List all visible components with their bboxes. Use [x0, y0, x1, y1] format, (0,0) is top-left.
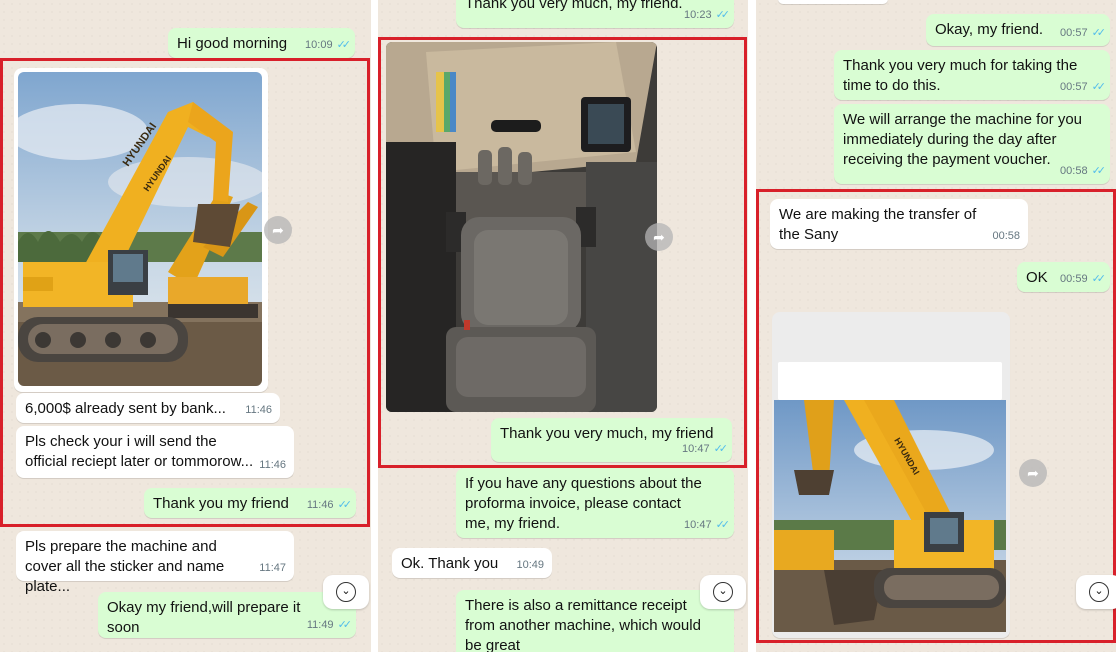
message-text: If you have any questions about the prof… [465, 475, 702, 532]
message-bubble[interactable]: We will arrange the machine for you imme… [834, 104, 1110, 184]
message-text: Hi good morning [177, 35, 288, 52]
message-meta: 10:09 ✓✓ [305, 35, 352, 55]
double-check-icon: ✓✓ [1091, 27, 1107, 39]
chevron-down-icon: ⌄ [1089, 581, 1109, 602]
message-text: Pls check your i will send the official … [25, 433, 254, 470]
forward-arrow-icon[interactable]: ➦ [1019, 459, 1047, 487]
message-bubble[interactable]: Thank you very much for taking the time … [834, 50, 1110, 100]
message-text: Pls prepare the machine and cover all th… [25, 538, 225, 595]
message-time: 00:59 [1060, 273, 1088, 285]
message-bubble[interactable]: Pls check your i will send the official … [16, 426, 294, 478]
double-check-icon: ✓✓ [337, 619, 353, 631]
message-bubble[interactable] [778, 0, 888, 4]
message-text: Thank you very much, my friend. [465, 0, 683, 12]
message-bubble[interactable]: There is also a remittance receipt from … [456, 590, 734, 652]
message-time: 10:47 [682, 443, 710, 455]
message-time: 11:46 [245, 404, 272, 416]
message-time: 11:46 [306, 499, 334, 511]
message-text: OK [1026, 269, 1048, 286]
message-bubble[interactable]: Pls prepare the machine and cover all th… [16, 531, 294, 595]
message-bubble[interactable]: Thank you very much, my friend 10:47 ✓✓ [491, 418, 732, 462]
scroll-down-button[interactable]: ⌄ [323, 575, 369, 609]
message-meta: 11:49 ✓✓ [306, 615, 353, 635]
message-bubble[interactable]: Okay, my friend. 00:57 ✓✓ [926, 14, 1110, 46]
message-text: Thank you very much for taking the time … [843, 57, 1078, 94]
double-check-icon: ✓✓ [336, 39, 352, 51]
message-bubble[interactable]: If you have any questions about the prof… [456, 468, 734, 538]
message-time: 10:09 [305, 39, 333, 51]
double-check-icon: ✓✓ [1091, 81, 1107, 93]
message-bubble[interactable]: Ok. Thank you 10:49 [392, 548, 552, 578]
message-text: Thank you my friend [153, 495, 289, 512]
message-bubble[interactable]: Thank you my friend 11:46 ✓✓ [144, 488, 356, 518]
message-text: We will arrange the machine for you imme… [843, 111, 1083, 168]
document-preview [778, 362, 1002, 400]
chat-panel-3: Okay, my friend. 00:57 ✓✓ Thank you very … [756, 0, 1116, 652]
message-bubble[interactable]: 6,000$ already sent by bank... 11:46 [16, 393, 280, 423]
chevron-down-icon: ⌄ [713, 581, 733, 602]
double-check-icon: ✓✓ [715, 9, 731, 21]
message-time: 00:57 [1060, 81, 1088, 93]
excavator-yard-photo[interactable]: HYUNDAI [774, 400, 1006, 632]
cabin-photo[interactable] [386, 42, 657, 412]
forward-arrow-icon[interactable]: ➦ [264, 216, 292, 244]
cabin-image [386, 42, 657, 412]
double-check-icon: ✓✓ [1091, 273, 1107, 285]
message-time: 11:46 [259, 459, 286, 471]
image-message[interactable]: HYUNDAI HYUNDAI [14, 68, 268, 392]
excavator-photo[interactable]: HYUNDAI HYUNDAI [18, 72, 262, 386]
message-time: 00:58 [1060, 165, 1088, 177]
message-time: 00:58 [992, 230, 1020, 242]
message-meta: 10:47 ✓✓ [682, 439, 729, 459]
chat-panel-2: Thank you very much, my friend. 10:23✓✓ [378, 0, 748, 652]
message-text: Okay, my friend. [935, 21, 1044, 38]
image-message[interactable]: HYUNDAI [772, 312, 1010, 638]
message-meta: 11:46 ✓✓ [306, 495, 353, 515]
message-bubble[interactable]: Okay my friend,will prepare it soon 11:4… [98, 592, 356, 638]
message-time: 10:23 [684, 9, 712, 21]
excavator-image: HYUNDAI HYUNDAI [18, 72, 262, 386]
chevron-down-icon: ⌄ [336, 581, 356, 602]
message-text: We are making the transfer of the Sany [779, 206, 977, 243]
message-time: 10:47 [684, 519, 712, 531]
message-meta: 00:57 ✓✓ [1060, 23, 1107, 43]
message-time: 10:49 [516, 559, 544, 571]
scroll-down-button[interactable]: ⌄ [1076, 575, 1116, 609]
message-bubble[interactable]: We are making the transfer of the Sany 0… [770, 199, 1028, 249]
message-meta: 00:59 ✓✓ [1060, 269, 1107, 289]
message-meta: 00:57 ✓✓ [1060, 77, 1107, 97]
message-text: Okay my friend,will prepare it soon [107, 599, 301, 636]
message-text: Ok. Thank you [401, 555, 499, 572]
message-meta: 10:47 ✓✓ [684, 515, 731, 535]
double-check-icon: ✓✓ [1091, 165, 1107, 177]
double-check-icon: ✓✓ [337, 499, 353, 511]
message-meta: 10:23 ✓✓ [684, 5, 731, 25]
message-time: 11:47 [259, 562, 286, 574]
message-meta: 00:58 ✓✓ [1060, 161, 1107, 181]
chat-panel-1: Hi good morning 10:09 ✓✓ HYUNDAI HYUNDAI… [0, 0, 371, 652]
message-bubble[interactable]: Hi good morning 10:09 ✓✓ [168, 28, 355, 58]
excavator-yard-image: HYUNDAI [774, 400, 1006, 632]
message-time: 11:49 [306, 619, 334, 631]
scroll-down-button[interactable]: ⌄ [700, 575, 746, 609]
message-bubble[interactable]: OK 00:59 ✓✓ [1017, 262, 1110, 292]
message-text: 6,000$ already sent by bank... [25, 400, 226, 417]
message-time: 00:57 [1060, 27, 1088, 39]
message-text: There is also a remittance receipt from … [465, 597, 701, 652]
forward-arrow-icon[interactable]: ➦ [645, 223, 673, 251]
double-check-icon: ✓✓ [713, 443, 729, 455]
double-check-icon: ✓✓ [715, 519, 731, 531]
message-bubble[interactable]: Thank you very much, my friend. 10:23 ✓✓ [456, 0, 734, 28]
